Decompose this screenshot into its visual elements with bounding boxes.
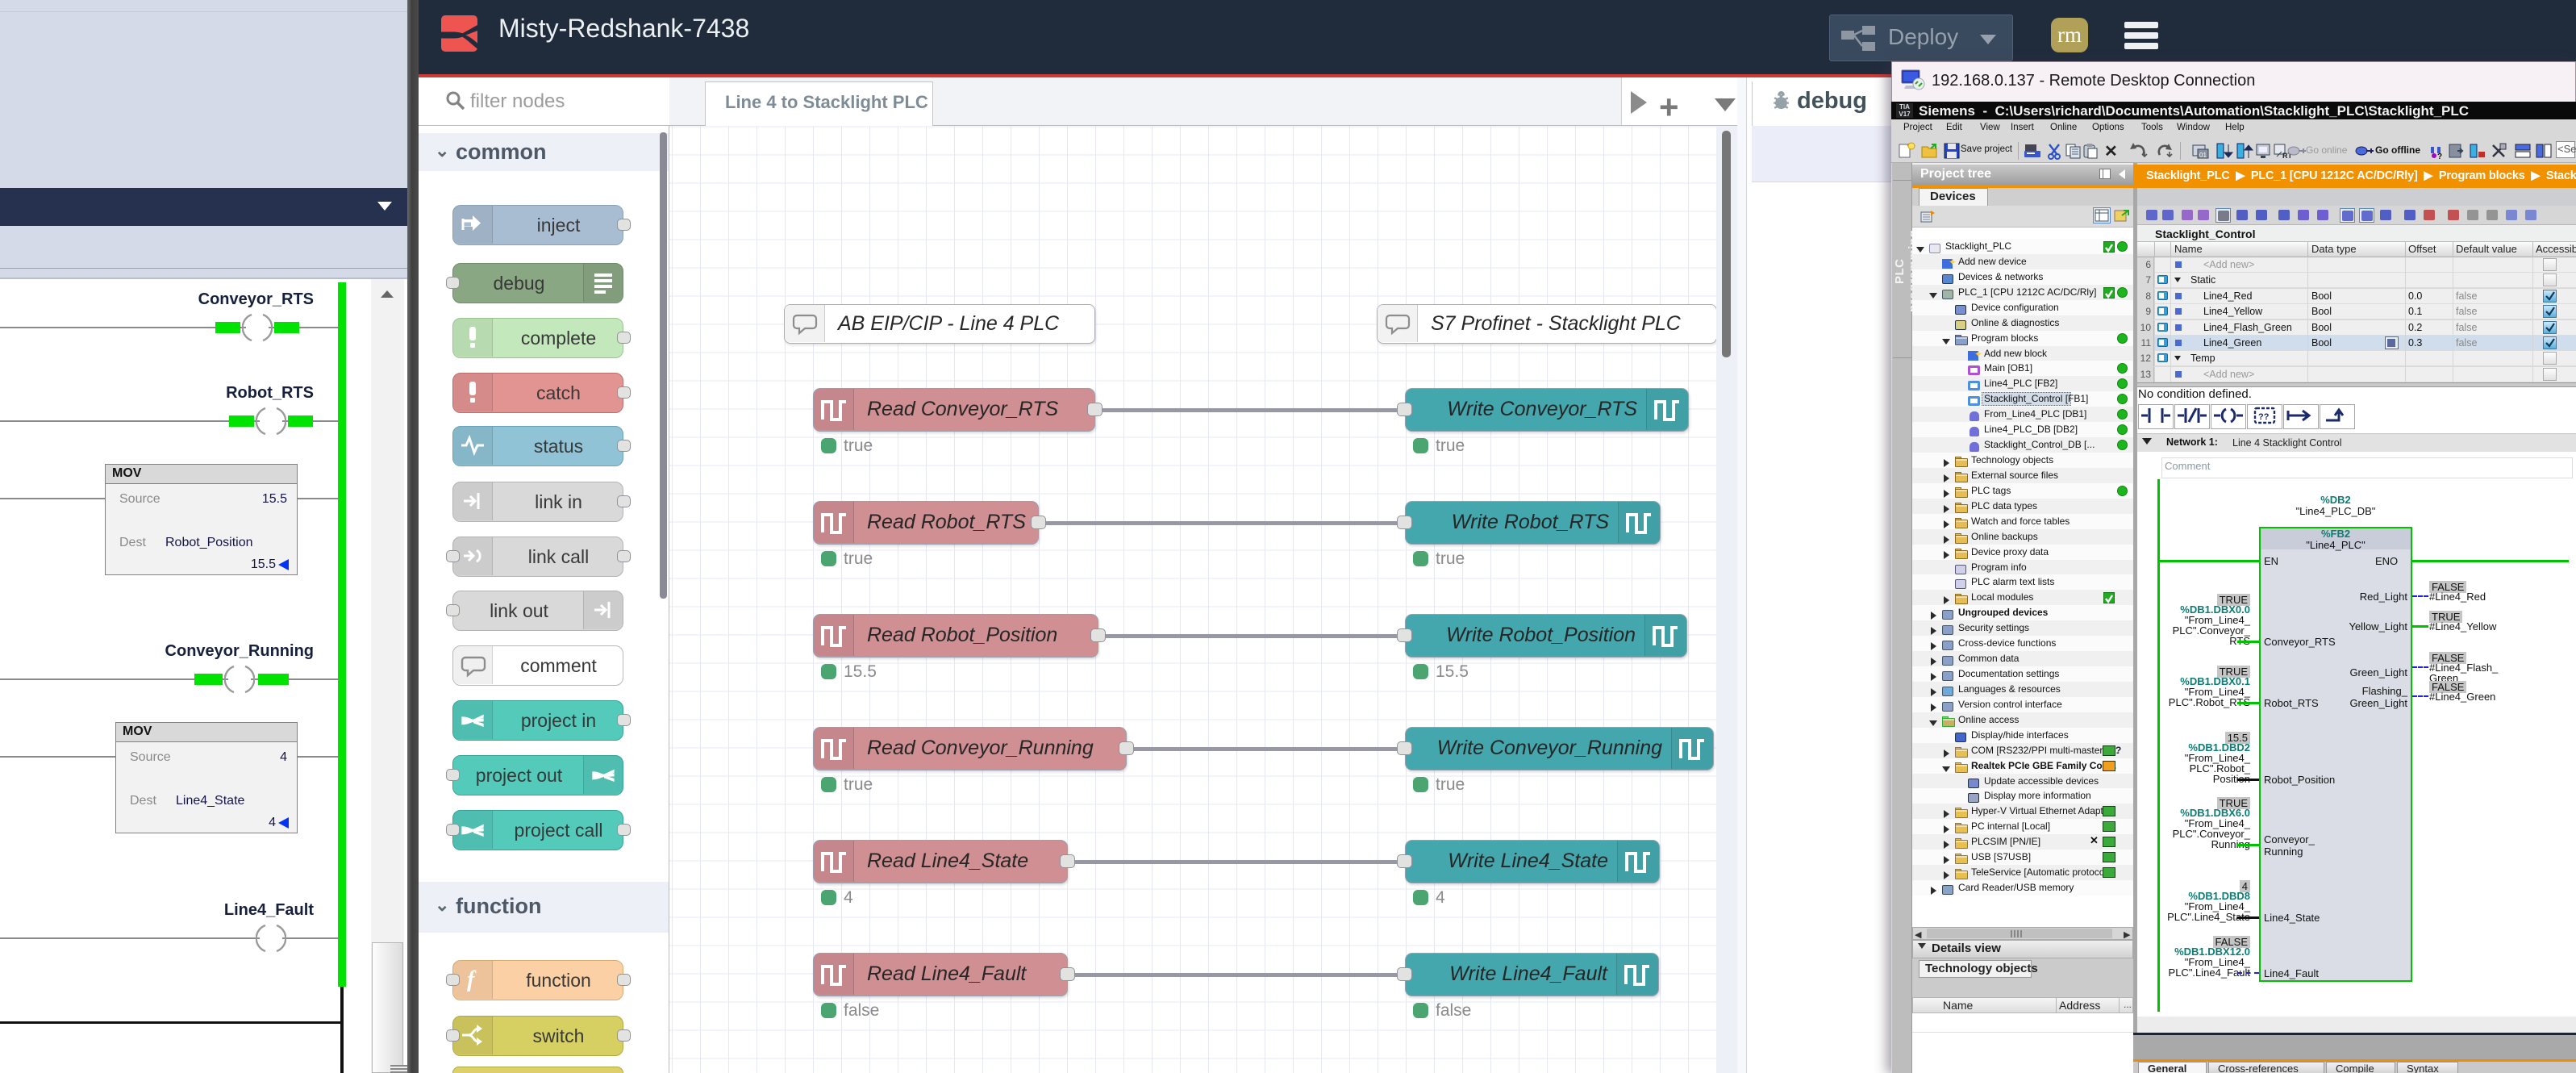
svg-text:??: ?? [2258, 412, 2270, 422]
svg-text:?: ? [2437, 152, 2442, 160]
svg-text:01: 01 [2199, 152, 2207, 159]
svg-text:f: f [467, 967, 477, 992]
